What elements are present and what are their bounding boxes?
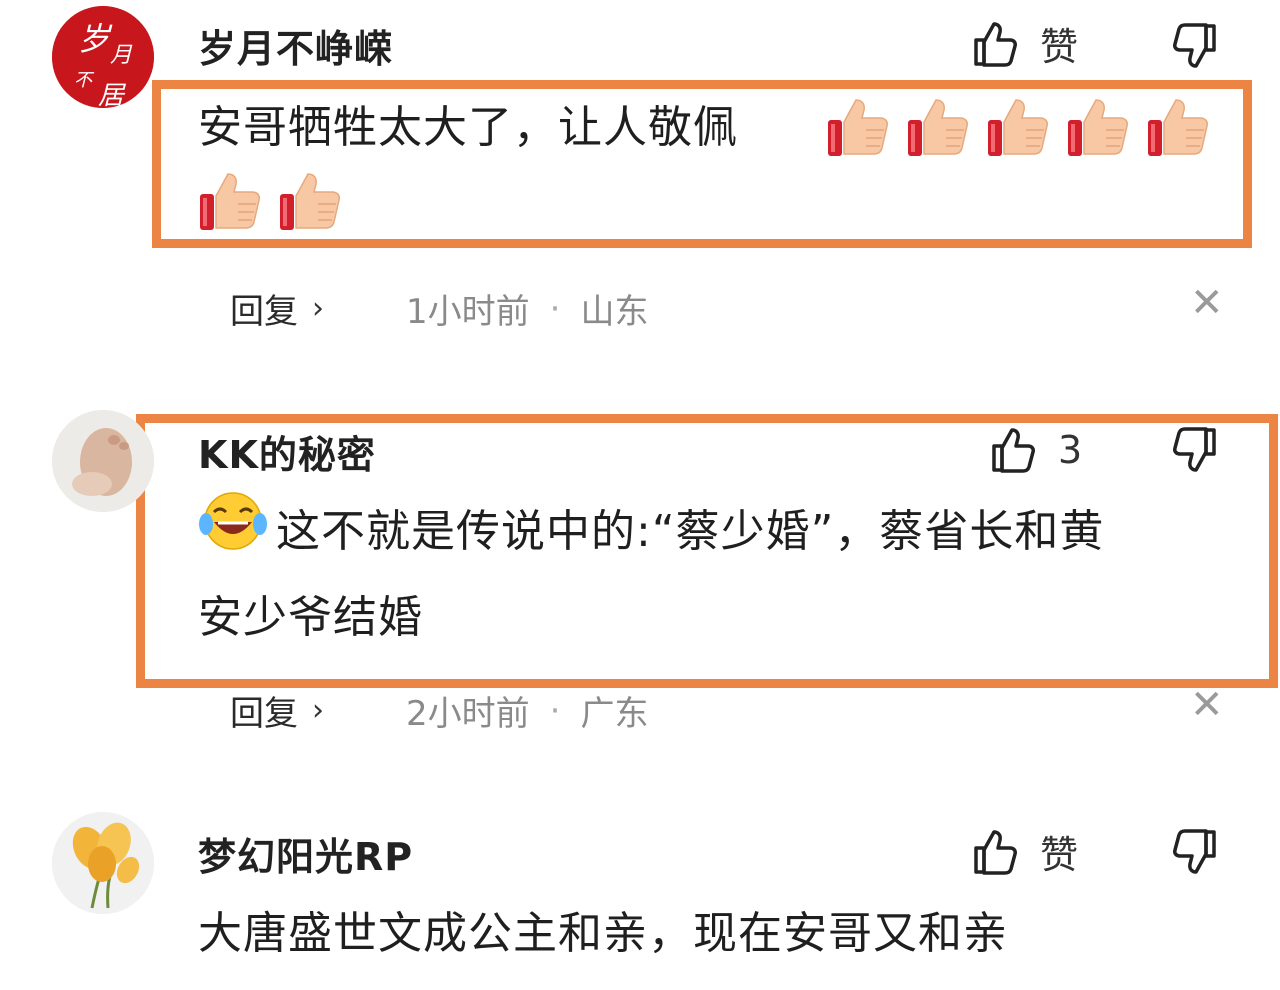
reply-button[interactable]: 回复 › <box>230 284 324 333</box>
like-label: 赞 <box>1040 833 1079 877</box>
thumbs-up-emoji <box>1066 96 1132 162</box>
thumbs-down-icon <box>1173 23 1216 68</box>
thumbs-up-emoji <box>906 96 972 162</box>
thumbs-up-emoji <box>198 170 264 236</box>
like-button[interactable]: 3 <box>990 426 1082 474</box>
separator-dot: · <box>549 690 561 731</box>
comment-text-line1: 大唐盛世文成公主和亲，现在安哥又和亲 <box>198 908 1008 959</box>
like-button[interactable]: 赞 <box>972 16 1078 71</box>
comment-text: 这不就是传说中的:“蔡少婚”，蔡省长和黄 安少爷结婚 <box>198 490 1104 658</box>
comment-text-line1: 这不就是传说中的:“蔡少婚”，蔡省长和黄 <box>276 506 1105 557</box>
avatar[interactable] <box>52 812 154 914</box>
username[interactable]: 岁月不峥嵘 <box>198 18 393 73</box>
like-count: 3 <box>1058 428 1083 472</box>
chevron-right-icon: › <box>312 693 324 728</box>
thumbs-emoji-row-2 <box>198 170 344 236</box>
feet-photo-icon <box>52 410 154 512</box>
username[interactable]: KK的秘密 <box>198 424 376 479</box>
like-button[interactable]: 赞 <box>972 824 1078 879</box>
thumbs-up-icon <box>974 829 1017 875</box>
thumbs-up-icon <box>992 428 1035 473</box>
comment-text: 安哥牺牲太大了，让人敬佩 <box>198 88 738 168</box>
dislike-button[interactable] <box>1172 22 1218 70</box>
dislike-button[interactable] <box>1172 426 1218 474</box>
svg-text:岁: 岁 <box>78 20 113 58</box>
thumbs-up-emoji <box>986 96 1052 162</box>
location: 山东 <box>580 292 649 332</box>
thumbs-down-icon <box>1173 829 1216 874</box>
reply-button[interactable]: 回复 › <box>230 686 324 735</box>
avatar[interactable] <box>52 410 154 512</box>
svg-text:月: 月 <box>110 43 133 68</box>
reply-label: 回复 <box>230 292 298 332</box>
flower-photo-icon <box>52 812 154 914</box>
timestamp: 2小时前 <box>406 694 530 734</box>
svg-text:居: 居 <box>98 81 127 108</box>
thumbs-emoji-row-1 <box>826 96 1212 162</box>
comment-text-line2: 安少爷结婚 <box>198 592 423 643</box>
comment-text: 大唐盛世文成公主和亲，现在安哥又和亲 <box>198 894 1008 974</box>
separator-dot: · <box>549 288 561 329</box>
svg-text:不: 不 <box>74 70 95 91</box>
thumbs-down-icon <box>1173 427 1216 472</box>
close-icon[interactable]: ✕ <box>1190 280 1224 326</box>
thumbs-up-emoji <box>1146 96 1212 162</box>
comment-text-line1: 安哥牺牲太大了，让人敬佩 <box>198 102 738 153</box>
close-icon[interactable]: ✕ <box>1190 682 1224 728</box>
laughing-emoji <box>198 490 268 578</box>
calligraphy-avatar-icon: 岁 月 不 居 <box>52 6 154 108</box>
thumbs-up-emoji <box>278 170 344 236</box>
like-label: 赞 <box>1040 25 1079 69</box>
location: 广东 <box>580 694 649 734</box>
thumbs-up-icon <box>974 21 1017 67</box>
timestamp: 1小时前 <box>406 292 530 332</box>
comment-meta: 回复 › 2小时前 · 广东 <box>230 686 648 735</box>
reply-label: 回复 <box>230 694 298 734</box>
comment-meta: 回复 › 1小时前 · 山东 <box>230 284 648 333</box>
username[interactable]: 梦幻阳光RP <box>198 826 413 881</box>
thumbs-up-emoji <box>826 96 892 162</box>
dislike-button[interactable] <box>1172 828 1218 876</box>
avatar[interactable]: 岁 月 不 居 <box>52 6 154 108</box>
chevron-right-icon: › <box>312 291 324 326</box>
